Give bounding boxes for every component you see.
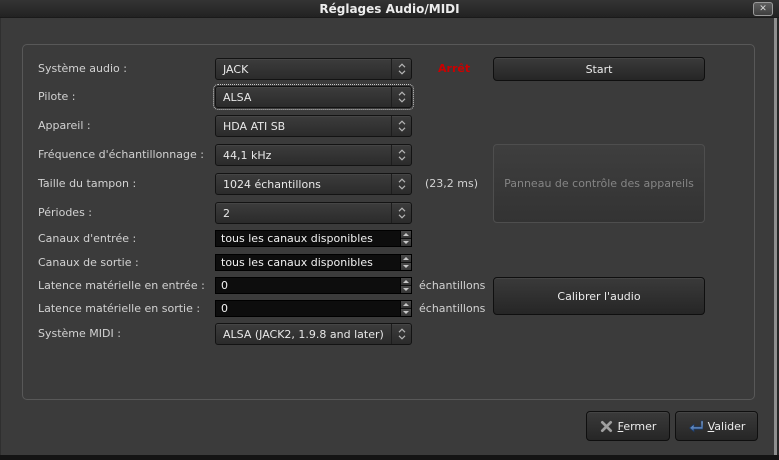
window-right-border [774, 18, 777, 455]
combo-value: HDA ATI SB [216, 120, 391, 133]
combo-value: JACK [216, 63, 391, 76]
sample-rate-label: Fréquence d'échantillonnage : [38, 144, 204, 166]
buffer-size-select[interactable]: 1024 échantillons [215, 173, 412, 195]
row-input-channels: Canaux d'entrée : tous les canaux dispon… [23, 230, 754, 247]
midi-system-select[interactable]: ALSA (JACK2, 1.9.8 and later) [215, 323, 412, 345]
dropdown-arrows-icon [391, 145, 411, 165]
input-channels-spin[interactable]: tous les canaux disponibles [215, 230, 412, 247]
spin-value: 0 [216, 301, 400, 316]
start-button[interactable]: Start [493, 57, 705, 81]
row-sample-rate: Fréquence d'échantillonnage : 44,1 kHz P… [23, 144, 754, 166]
dropdown-arrows-icon [391, 87, 411, 107]
row-device: Appareil : HDA ATI SB [23, 115, 754, 137]
spin-value: tous les canaux disponibles [216, 231, 400, 246]
combo-value: 44,1 kHz [216, 149, 391, 162]
spin-value: tous les canaux disponibles [216, 255, 400, 270]
spin-up-icon[interactable] [401, 278, 411, 285]
spin-up-icon[interactable] [401, 255, 411, 262]
window-close-button[interactable]: ✕ [753, 2, 773, 16]
spin-down-icon[interactable] [401, 262, 411, 270]
periods-label: Périodes : [38, 202, 92, 224]
row-driver: Pilote : ALSA [23, 86, 754, 108]
row-midi-system: Système MIDI : ALSA (JACK2, 1.9.8 and la… [23, 323, 754, 345]
input-latency-unit: échantillons [419, 277, 485, 294]
spin-buttons [400, 231, 411, 246]
spin-down-icon[interactable] [401, 238, 411, 246]
titlebar: Réglages Audio/MIDI ✕ [0, 0, 779, 18]
dropdown-arrows-icon [391, 203, 411, 223]
combo-value: 1024 échantillons [216, 178, 391, 191]
row-output-latency: Latence matérielle en sortie : 0 échanti… [23, 300, 754, 317]
close-dialog-button[interactable]: Fermer [586, 411, 670, 441]
combo-value: 2 [216, 207, 391, 220]
buffer-latency-text: (23,2 ms) [425, 173, 478, 195]
ok-button[interactable]: Valider [675, 411, 758, 441]
spin-buttons [400, 255, 411, 270]
buffer-size-label: Taille du tampon : [38, 173, 136, 195]
start-button-label: Start [586, 63, 613, 76]
close-x-icon [600, 420, 613, 433]
input-latency-spin[interactable]: 0 [215, 277, 412, 294]
row-input-latency: Latence matérielle en entrée : 0 échanti… [23, 277, 754, 294]
output-latency-unit: échantillons [419, 300, 485, 317]
output-channels-label: Canaux de sortie : [38, 254, 139, 271]
device-select[interactable]: HDA ATI SB [215, 115, 412, 137]
window-left-edge [0, 18, 1, 455]
device-label: Appareil : [38, 115, 91, 137]
dropdown-arrows-icon [391, 174, 411, 194]
input-latency-label: Latence matérielle en entrée : [38, 277, 205, 294]
ok-button-label: Valider [708, 420, 746, 433]
dropdown-arrows-icon [391, 59, 411, 79]
combo-value: ALSA (JACK2, 1.9.8 and later) [216, 328, 391, 341]
row-audio-system: Système audio : JACK Arrêt Start [23, 57, 754, 81]
spin-down-icon[interactable] [401, 285, 411, 293]
dropdown-arrows-icon [391, 116, 411, 136]
row-output-channels: Canaux de sortie : tous les canaux dispo… [23, 254, 754, 271]
spin-buttons [400, 301, 411, 316]
enter-arrow-icon [688, 419, 703, 433]
dropdown-arrows-icon [391, 324, 411, 344]
audio-system-label: Système audio : [38, 57, 127, 81]
spin-buttons [400, 278, 411, 293]
periods-select[interactable]: 2 [215, 202, 412, 224]
window-title: Réglages Audio/MIDI [319, 2, 459, 16]
close-dialog-button-label: Fermer [618, 420, 657, 433]
input-channels-label: Canaux d'entrée : [38, 230, 136, 247]
spin-up-icon[interactable] [401, 301, 411, 308]
spin-value: 0 [216, 278, 400, 293]
row-buffer-size: Taille du tampon : 1024 échantillons (23… [23, 173, 754, 195]
sample-rate-select[interactable]: 44,1 kHz [215, 144, 412, 166]
combo-value: ALSA [216, 91, 391, 104]
audio-system-select[interactable]: JACK [215, 58, 412, 80]
row-periods: Périodes : 2 [23, 202, 754, 224]
audio-midi-settings-dialog: Réglages Audio/MIDI ✕ Système audio : JA… [0, 0, 779, 460]
output-latency-spin[interactable]: 0 [215, 300, 412, 317]
midi-system-label: Système MIDI : [38, 323, 121, 345]
settings-frame: Système audio : JACK Arrêt Start Pilote … [22, 44, 755, 400]
engine-status-text: Arrêt [438, 57, 470, 81]
output-latency-label: Latence matérielle en sortie : [38, 300, 200, 317]
close-icon: ✕ [759, 5, 767, 14]
window-bottom-edge [0, 455, 779, 460]
driver-select[interactable]: ALSA [215, 86, 412, 108]
spin-down-icon[interactable] [401, 308, 411, 316]
driver-label: Pilote : [38, 86, 76, 108]
output-channels-spin[interactable]: tous les canaux disponibles [215, 254, 412, 271]
spin-up-icon[interactable] [401, 231, 411, 238]
